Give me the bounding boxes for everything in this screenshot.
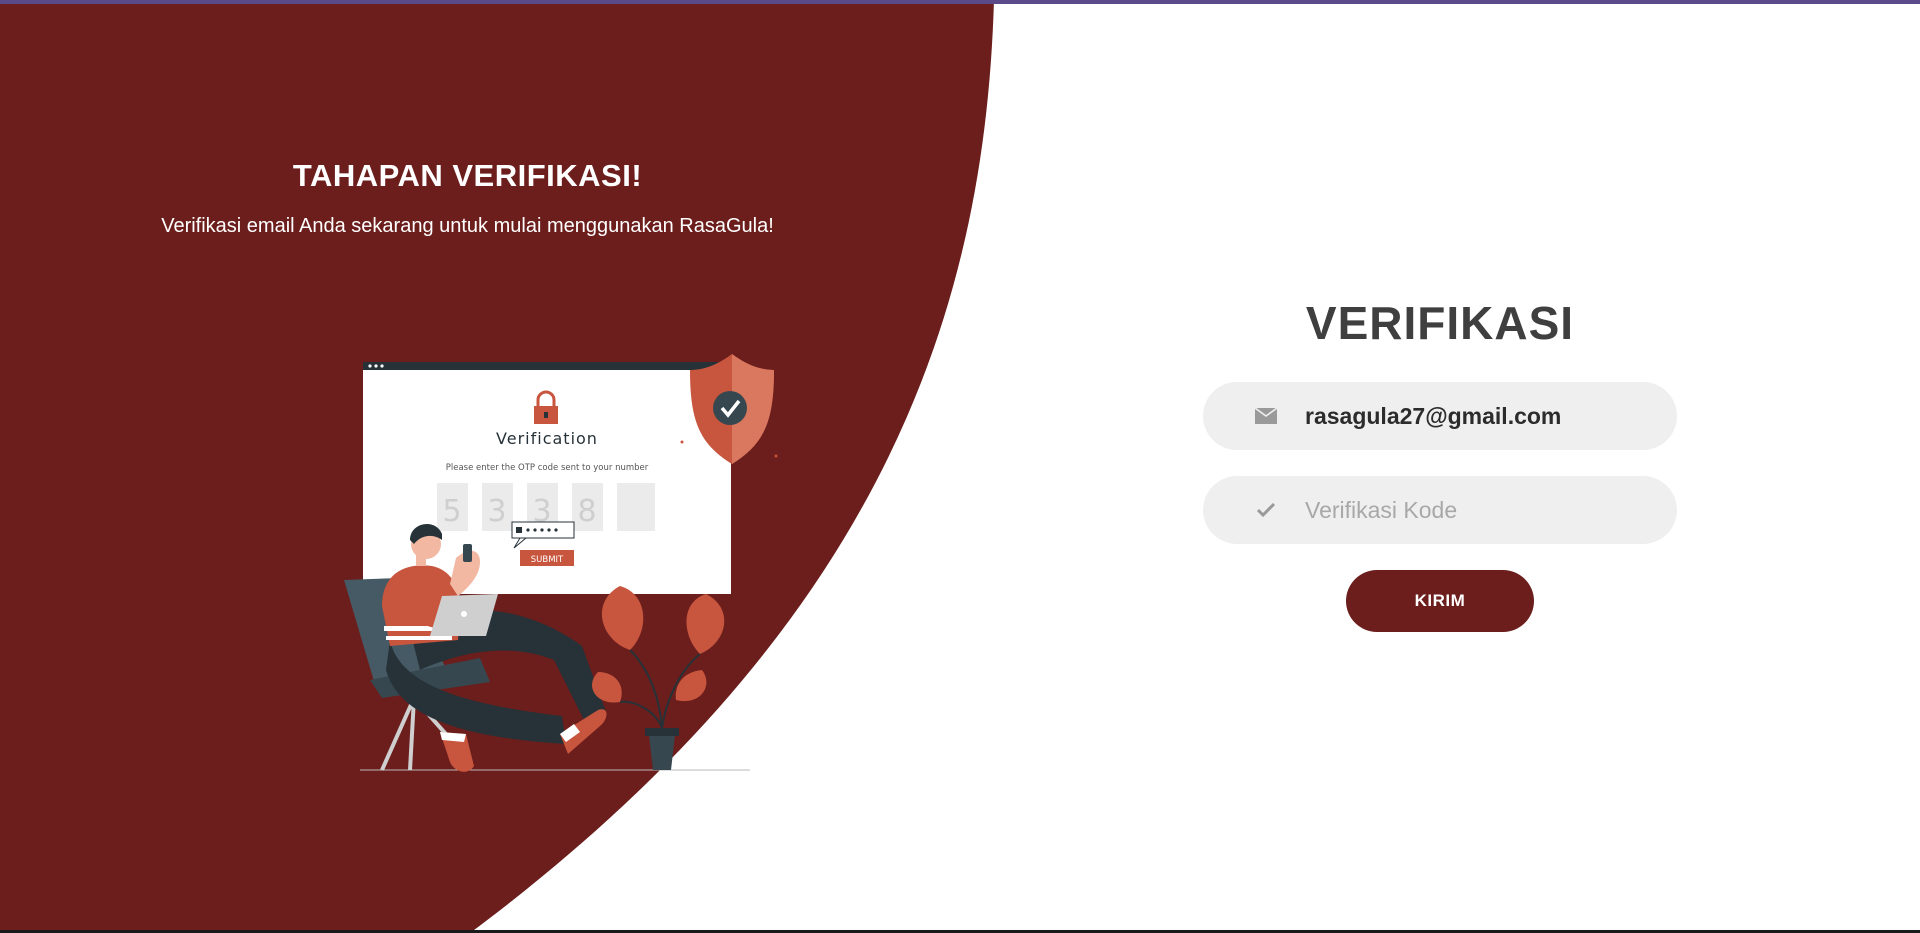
card-submit-label: SUBMIT xyxy=(531,555,564,565)
verification-form: VERIFIKASI KIRIM xyxy=(1180,0,1700,933)
left-panel: TAHAPAN VERIFIKASI! Verifikasi email And… xyxy=(0,0,940,933)
verification-illustration: Verification Please enter the OTP code s… xyxy=(344,354,778,772)
plant-pot xyxy=(592,586,725,770)
verification-code-input[interactable] xyxy=(1303,495,1667,525)
otp-digit: 3 xyxy=(487,494,506,529)
top-accent-bar xyxy=(0,0,1920,4)
otp-digit: 5 xyxy=(442,494,461,529)
form-title: VERIFIKASI xyxy=(1305,297,1575,349)
otp-digit: 8 xyxy=(577,494,596,529)
left-heading: TAHAPAN VERIFIKASI! xyxy=(292,158,643,193)
code-field[interactable] xyxy=(1203,476,1677,544)
submit-button[interactable]: KIRIM xyxy=(1346,570,1534,632)
email-input[interactable] xyxy=(1303,401,1667,431)
check-icon xyxy=(1255,499,1277,521)
email-field[interactable] xyxy=(1203,382,1677,450)
envelope-icon xyxy=(1255,405,1277,427)
card-text: Please enter the OTP code sent to your n… xyxy=(446,463,649,473)
left-subtitle: Verifikasi email Anda sekarang untuk mul… xyxy=(161,215,774,237)
card-title: Verification xyxy=(496,429,598,448)
